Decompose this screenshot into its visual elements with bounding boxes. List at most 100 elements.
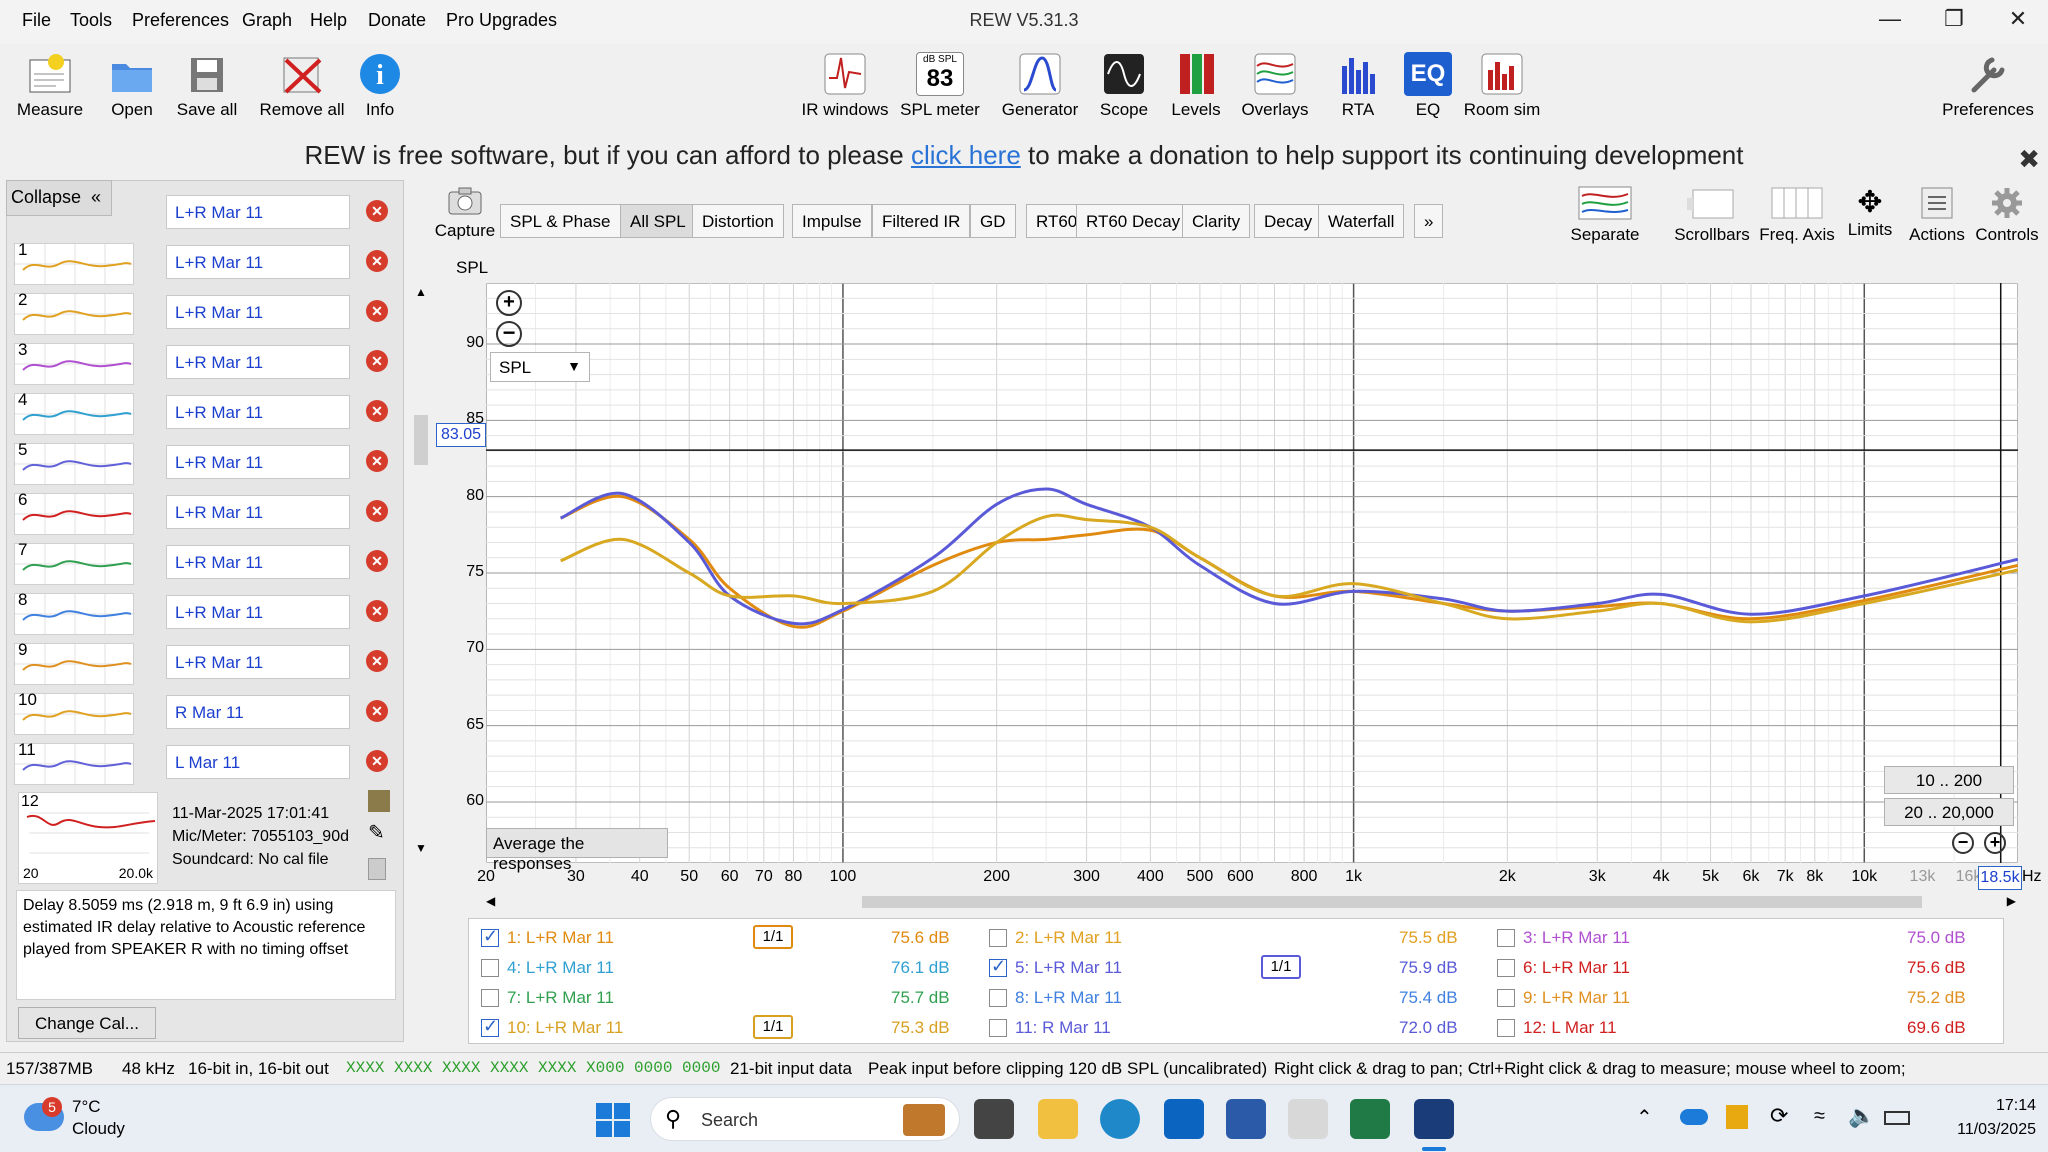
more-tabs-button[interactable]: »	[1414, 204, 1444, 238]
separate-button[interactable]: Separate	[1560, 186, 1650, 245]
measurement-row[interactable]: 5 L+R Mar 11 ✕	[14, 440, 402, 486]
scroll-down-icon[interactable]: ▼	[415, 841, 427, 855]
measurement-thumbnail[interactable]	[14, 393, 134, 435]
legend-checkbox[interactable]: ✓	[481, 1016, 499, 1037]
delete-icon[interactable]: ✕	[366, 750, 388, 772]
delete-icon[interactable]: ✕	[366, 450, 388, 472]
measurement-name-field[interactable]: L+R Mar 11	[166, 495, 350, 529]
measurement-thumbnail[interactable]	[14, 493, 134, 535]
measurement-row[interactable]: 4 L+R Mar 11 ✕	[14, 390, 402, 436]
tab-decay[interactable]: Decay	[1254, 204, 1323, 238]
selected-measurement-thumbnail[interactable]: 12 20 20.0k	[18, 792, 158, 884]
measurement-row[interactable]: 9 L+R Mar 11 ✕	[14, 640, 402, 686]
measurement-row[interactable]: 1 L+R Mar 11 ✕	[14, 240, 402, 286]
excel-icon[interactable]	[1350, 1099, 1390, 1139]
measurement-name-field[interactable]: L Mar 11	[166, 745, 350, 779]
legend-checkbox[interactable]	[1497, 929, 1515, 947]
scrollbars-button[interactable]: Scrollbars	[1674, 186, 1750, 245]
onedrive-icon[interactable]	[1680, 1109, 1708, 1125]
generator-button[interactable]: Generator	[998, 44, 1082, 120]
range-10-200-button[interactable]: 10 .. 200	[1884, 766, 2014, 794]
measurement-row[interactable]: 11 L Mar 11 ✕	[14, 740, 402, 786]
legend-checkbox[interactable]	[989, 929, 1007, 947]
x-zoom-in-icon[interactable]: +	[1984, 832, 2006, 854]
close-banner-icon[interactable]: ✖	[2018, 144, 2040, 175]
controls-button[interactable]: Controls	[1972, 186, 2042, 245]
taskbar-search-box[interactable]: ⚲ Search	[650, 1097, 960, 1141]
taskbar-time[interactable]: 17:14	[1926, 1097, 2036, 1115]
legend-checkbox[interactable]	[1497, 959, 1515, 977]
measurement-name-field[interactable]: L+R Mar 11	[166, 545, 350, 579]
measurement-row[interactable]: 7 L+R Mar 11 ✕	[14, 540, 402, 586]
measurement-name-field[interactable]: L+R Mar 11	[166, 645, 350, 679]
dsp-icon[interactable]	[1288, 1099, 1328, 1139]
measurement-name-field[interactable]: L+R Mar 11	[166, 245, 350, 279]
word-icon[interactable]	[1226, 1099, 1266, 1139]
measurement-row[interactable]: 3 L+R Mar 11 ✕	[14, 340, 402, 386]
windows-start-icon[interactable]	[596, 1103, 630, 1137]
tab-impulse[interactable]: Impulse	[792, 204, 872, 238]
legend-checkbox[interactable]: ✓	[989, 956, 1007, 977]
smoothing-badge[interactable]: 1/1	[753, 1015, 793, 1039]
delete-icon[interactable]: ✕	[366, 650, 388, 672]
scroll-left-icon[interactable]: ◀	[486, 894, 495, 908]
outlook-icon[interactable]	[1164, 1099, 1204, 1139]
delete-icon[interactable]: ✕	[366, 200, 388, 222]
tab-distortion[interactable]: Distortion	[692, 204, 784, 238]
graph-horizontal-scrollbar[interactable]: ◀ ▶	[486, 894, 2016, 910]
capture-button[interactable]: Capture	[430, 186, 500, 241]
measurement-row[interactable]: 10 R Mar 11 ✕	[14, 690, 402, 736]
delete-icon[interactable]: ✕	[366, 300, 388, 322]
notes-icon[interactable]	[368, 858, 386, 880]
measurement-thumbnail[interactable]	[14, 343, 134, 385]
delete-icon[interactable]: ✕	[366, 600, 388, 622]
legend-checkbox[interactable]	[1497, 989, 1515, 1007]
measurement-thumbnail[interactable]	[14, 243, 134, 285]
wifi-icon[interactable]: ≈	[1814, 1105, 1825, 1128]
legend-checkbox[interactable]: ✓	[481, 926, 499, 947]
measurement-thumbnail[interactable]	[14, 593, 134, 635]
legend-checkbox[interactable]	[989, 1019, 1007, 1037]
measurement-name-field[interactable]: L+R Mar 11	[166, 345, 350, 379]
rew-app-icon[interactable]	[1414, 1099, 1454, 1139]
tab-all-spl[interactable]: All SPL	[620, 204, 696, 238]
mic-cal-icon[interactable]	[368, 790, 390, 812]
remove-all-button[interactable]: Remove all	[256, 44, 348, 120]
measurement-row[interactable]: 6 L+R Mar 11 ✕	[14, 490, 402, 536]
measurement-name-field[interactable]: R Mar 11	[166, 695, 350, 729]
legend-checkbox[interactable]	[989, 989, 1007, 1007]
scroll-up-icon[interactable]: ▲	[415, 285, 427, 299]
measurement-name-field[interactable]: L+R Mar 11	[166, 595, 350, 629]
pencil-icon[interactable]: ✎	[368, 820, 390, 844]
x-zoom-out-icon[interactable]: −	[1952, 832, 1974, 854]
open-button[interactable]: Open	[100, 44, 164, 120]
eq-button[interactable]: EQ EQ	[1402, 44, 1454, 120]
file-explorer-icon[interactable]	[1038, 1099, 1078, 1139]
preferences-button[interactable]: Preferences	[1938, 44, 2038, 120]
measurement-thumbnail[interactable]	[14, 643, 134, 685]
average-responses-button[interactable]: Average the responses	[486, 828, 668, 873]
freq-axis-button[interactable]: Freq. Axis	[1756, 186, 1838, 245]
zoom-in-icon[interactable]: +	[496, 290, 522, 316]
h-scroll-thumb[interactable]	[862, 896, 1922, 908]
spl-dropdown[interactable]: SPL ▼	[490, 352, 590, 382]
battery-icon[interactable]	[1884, 1111, 1910, 1125]
measurement-row[interactable]: 2 L+R Mar 11 ✕	[14, 290, 402, 336]
scope-button[interactable]: Scope	[1096, 44, 1152, 120]
ir-windows-button[interactable]: IR windows	[800, 44, 890, 120]
edge-icon[interactable]	[1100, 1099, 1140, 1139]
measurement-thumbnail[interactable]	[14, 443, 134, 485]
legend-checkbox[interactable]	[481, 989, 499, 1007]
room-sim-button[interactable]: Room sim	[1462, 44, 1542, 120]
delete-icon[interactable]: ✕	[366, 550, 388, 572]
measure-button[interactable]: Measure	[10, 44, 90, 120]
delete-icon[interactable]: ✕	[366, 250, 388, 272]
spl-meter-button[interactable]: dB SPL 83 SPL meter	[898, 44, 982, 120]
smoothing-badge[interactable]: 1/1	[753, 925, 793, 949]
measurement-row[interactable]: 8 L+R Mar 11 ✕	[14, 590, 402, 636]
task-view-icon[interactable]	[974, 1099, 1014, 1139]
overlays-button[interactable]: Overlays	[1240, 44, 1310, 120]
volume-icon[interactable]: 🔈	[1848, 1103, 1875, 1129]
taskbar-date[interactable]: 11/03/2025	[1926, 1121, 2036, 1139]
save-all-button[interactable]: Save all	[172, 44, 242, 120]
